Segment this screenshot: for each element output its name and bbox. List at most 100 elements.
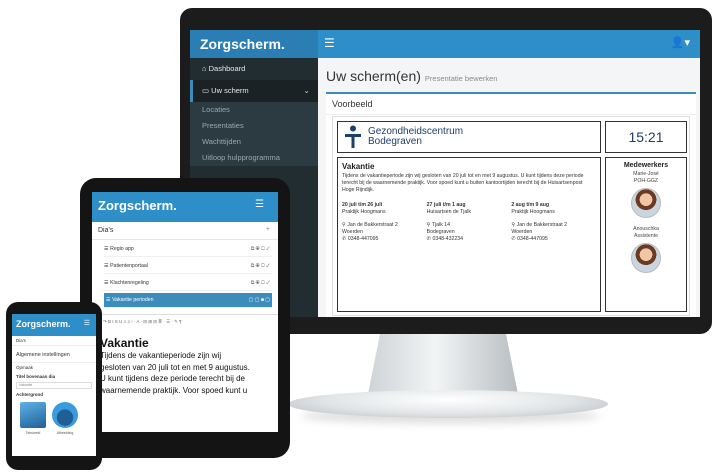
location-pin-icon: ⚲ (426, 222, 431, 228)
practice-address: ⚲ Jan de Bakkerstraat 2 Woerden ✆ 0348-4… (342, 222, 427, 243)
phone-navbar: Zorgscherm. ☰ (12, 314, 96, 336)
image-icon[interactable] (52, 402, 78, 428)
sidebar-item-dashboard[interactable]: ⌂ Dashboard (190, 58, 318, 80)
settings-heading[interactable]: Algemene instellingen (12, 345, 96, 363)
tablet-screen: Zorgscherm. ☰ Dia's + ☰ Regio app ⧉ ◉ ▢ ✓… (92, 192, 278, 432)
phone-icon: ✆ (426, 236, 432, 242)
slide-content: Vakantie Tijdens de vakantieperiode zijn… (337, 157, 601, 312)
editor-heading[interactable]: Vakantie (92, 336, 278, 350)
practice-column: 27 juli t/m 1 aug Huisartsen de Tjalk ⚲ … (427, 202, 512, 243)
section-header: Dia's + (92, 222, 278, 240)
practice-phone: 0348-447095 (347, 236, 379, 242)
staff-role: Assistente (634, 233, 658, 239)
editor-line: Tijdens de vakantieperiode zijn wij (100, 351, 222, 360)
list-item-label: Klachtenregeling (110, 280, 149, 286)
field-label: Opmaak (16, 365, 34, 370)
page-subtitle: Presentatie bewerken (424, 74, 498, 83)
tablet-navbar: Zorgscherm. ☰ (92, 192, 278, 222)
practice-name: Praktijk Hoogmans (342, 209, 386, 215)
monitor-icon: ▭ (202, 86, 212, 95)
staff-panel: Medewerkers Marie-José POH-GGZ Anouschka… (605, 157, 687, 312)
practice-street: Jan de Bakkerstraat 2 (347, 222, 398, 228)
row-actions-icon[interactable]: ⧉ ◉ ▢ ✓ (251, 242, 270, 257)
field-label: Titel bovenaan dia (16, 374, 56, 379)
home-icon: ⌂ (202, 64, 209, 73)
row-actions-icon[interactable]: ▢ ▢ ■ ▢ (249, 293, 270, 308)
sidebar-item-label: Uw scherm (211, 86, 249, 95)
hamburger-icon[interactable]: ☰ (255, 199, 264, 210)
row-actions-icon[interactable]: ⧉ ◉ ▢ ✓ (251, 276, 270, 291)
brand-logo[interactable]: Zorgscherm. (190, 30, 318, 58)
practice-column: 20 juli t/m 26 juli Praktijk Hoogmans ⚲ … (342, 202, 427, 243)
editor-text[interactable]: Tijdens de vakantieperiode zijn wij gesl… (92, 350, 278, 396)
list-item[interactable]: ☰ Patientenportaal ⧉ ◉ ▢ ✓ (104, 259, 272, 274)
practice-address: ⚲ Tjalk 14 Bodegraven ✆ 0348-432234 (427, 222, 512, 243)
top-navbar: Zorgscherm. ☰ 👤▾ (190, 30, 700, 58)
preview-box: Voorbeeld Gezondheidscentrum Bodegraven … (326, 92, 696, 317)
org-name-line2: Bodegraven (368, 136, 422, 147)
list-item[interactable]: ☰ Regio app ⧉ ◉ ▢ ✓ (104, 242, 272, 257)
page-title: Uw scherm(en) Presentatie bewerken (318, 58, 700, 88)
list-item-label: Vakantie perioden (112, 297, 154, 303)
medical-cross-icon (345, 125, 361, 148)
practice-dates: 2 aug t/m 9 aug (511, 202, 550, 208)
list-item-selected[interactable]: ☰ Vakantie perioden ▢ ▢ ■ ▢ (104, 293, 272, 308)
background-captions: Tekstveld Afbeelding (12, 431, 96, 435)
list-item-label: Regio app (110, 246, 134, 252)
monitor-base (288, 390, 608, 418)
brand-logo[interactable]: Zorgscherm. (16, 319, 71, 329)
editor-line: U kunt tijdens deze periode terecht bij … (100, 374, 245, 383)
sidebar-subitem-locaties[interactable]: Locaties (190, 102, 318, 118)
field-label: Achtergrond (16, 392, 43, 397)
staff-name: Anouschka (633, 226, 659, 232)
plus-icon[interactable]: + (266, 226, 270, 233)
practice-columns: 20 juli t/m 26 juli Praktijk Hoogmans ⚲ … (342, 202, 596, 243)
breadcrumb[interactable]: Dia's (12, 336, 96, 345)
practice-city: Woerden (342, 229, 363, 235)
slide-preview: Gezondheidscentrum Bodegraven 15:21 Vaka… (332, 116, 690, 316)
practice-city: Woerden (511, 229, 533, 235)
location-pin-icon: ⚲ (342, 222, 346, 228)
clock: 15:21 (605, 121, 687, 153)
practice-street: Tjalk 14 (431, 222, 451, 228)
org-name: Gezondheidscentrum Bodegraven (368, 127, 463, 147)
org-logo: Gezondheidscentrum Bodegraven (337, 121, 601, 153)
staff-name: Marie-José (633, 171, 659, 177)
practice-dates: 27 juli t/m 1 aug (426, 202, 466, 208)
avatar (631, 188, 661, 218)
phone-screen: Zorgscherm. ☰ Dia's Algemene instellinge… (12, 314, 96, 456)
phone-icon: ✆ (342, 236, 347, 242)
avatar (631, 243, 661, 273)
title-input[interactable]: Vakantie (16, 382, 92, 389)
user-icon[interactable]: 👤▾ (671, 36, 690, 49)
image-icon[interactable] (20, 402, 46, 428)
row-actions-icon[interactable]: ⧉ ◉ ▢ ✓ (251, 259, 270, 274)
list-item[interactable]: ☰ Klachtenregeling ⧉ ◉ ▢ ✓ (104, 276, 272, 291)
sidebar-subitem-wachttijden[interactable]: Wachttijden (190, 134, 318, 150)
staff-title: Medewerkers (623, 162, 669, 169)
slide-title: Vakantie (342, 162, 375, 171)
thumb-caption: Tekstveld (25, 431, 41, 435)
sidebar-item-uw-scherm[interactable]: ▭ Uw scherm ⌄ (190, 80, 318, 102)
chevron-down-icon: ⌄ (303, 86, 310, 95)
editor-line: waarnemende praktijk. Voor spoed kunt u (100, 385, 248, 395)
practice-street: Jan de Bakkerstraat 2 (516, 222, 568, 228)
sidebar-subitem-presentaties[interactable]: Presentaties (190, 118, 318, 134)
hamburger-icon[interactable]: ☰ (84, 319, 90, 327)
list-item-label: Patientenportaal (110, 263, 148, 269)
hamburger-icon[interactable]: ☰ (324, 36, 335, 50)
section-title: Dia's (98, 227, 114, 234)
practice-name: Praktijk Hoogmans (511, 209, 555, 215)
monitor-stand (368, 334, 518, 394)
device-mockup: Zorgscherm. ☰ 👤▾ ⌂ Dashboard ▭ Uw scherm… (0, 0, 716, 475)
editor-toolbar[interactable]: ↶ ↷ B I S U ≡ ≡ ⁝ · A · ⊟ ⊞ ⊟ ≣ · ☰ · ✎ … (92, 314, 278, 336)
sidebar-subitem-uitloop[interactable]: Uitloop hulpprogramma (190, 150, 318, 166)
practice-phone: 0348-447095 (517, 236, 548, 242)
brand-logo[interactable]: Zorgscherm. (98, 198, 177, 213)
slide-body: Tijdens de vakantieperiode zijn wij gesl… (342, 173, 584, 193)
background-options (12, 399, 96, 431)
editor-line: gesloten van 20 juli tot en met 9 august… (100, 362, 250, 372)
sidebar-item-label: Dashboard (208, 64, 246, 73)
practice-city: Bodegraven (426, 229, 455, 235)
practice-column: 2 aug t/m 9 aug Praktijk Hoogmans ⚲ Jan … (511, 202, 596, 243)
